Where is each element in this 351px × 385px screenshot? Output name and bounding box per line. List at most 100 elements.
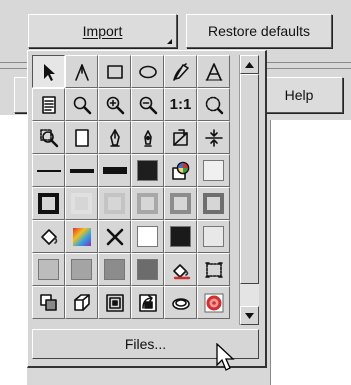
tool-grid: 1:1 — [32, 55, 235, 325]
gray-fill-4-icon — [137, 259, 158, 280]
fill-color-icon — [170, 259, 192, 281]
heavy-line-icon — [137, 160, 158, 181]
tool-cell[interactable] — [98, 286, 131, 319]
red-target-icon — [203, 292, 225, 314]
copy-object-icon — [38, 292, 60, 314]
zoom-out-icon — [137, 94, 159, 116]
tool-cell[interactable] — [164, 253, 197, 286]
tool-cell[interactable] — [65, 88, 98, 121]
tool-cell[interactable] — [32, 88, 65, 121]
white-swatch-icon — [203, 160, 224, 181]
scroll-thumb[interactable] — [240, 74, 259, 284]
extrude-icon — [71, 292, 93, 314]
tool-cell[interactable] — [131, 121, 164, 154]
scroll-down-arrow-icon[interactable] — [240, 306, 259, 325]
medium-line-icon — [69, 168, 94, 173]
gradient-fill-icon — [71, 226, 93, 248]
popup-scrollbar[interactable] — [239, 55, 259, 325]
preview-area — [0, 115, 27, 385]
black-fill-icon — [170, 226, 191, 247]
zoom-all-icon — [203, 94, 225, 116]
scroll-up-arrow-icon[interactable] — [240, 55, 259, 74]
tool-cell[interactable] — [98, 88, 131, 121]
tool-cell[interactable] — [98, 220, 131, 253]
mouse-cursor-icon — [216, 343, 235, 371]
tool-cell[interactable] — [98, 187, 131, 220]
document-icon — [38, 94, 60, 116]
align-center-icon — [203, 127, 225, 149]
outline-black-icon — [38, 193, 59, 214]
tool-cell[interactable] — [98, 121, 131, 154]
tool-cell[interactable] — [98, 253, 131, 286]
gray-fill-3-icon — [104, 259, 125, 280]
tool-cell[interactable] — [32, 220, 65, 253]
envelope-icon — [137, 292, 159, 314]
tool-cell[interactable] — [32, 55, 65, 88]
zoom-in-icon — [104, 94, 126, 116]
outline-dim-icon — [203, 193, 224, 214]
tool-cell[interactable] — [131, 253, 164, 286]
actual-size-icon: 1:1 — [169, 96, 192, 113]
import-button-label: Import — [82, 23, 123, 39]
gray-fill-1-icon — [38, 259, 59, 280]
tool-cell[interactable] — [131, 55, 164, 88]
tool-cell[interactable] — [197, 187, 230, 220]
tool-cell[interactable] — [65, 220, 98, 253]
pointer-tool-icon — [38, 61, 60, 83]
freehand-tool-icon — [170, 61, 192, 83]
ellipse-tool-icon — [137, 61, 159, 83]
tool-cell[interactable] — [164, 187, 197, 220]
tool-cell[interactable] — [197, 253, 230, 286]
tool-cell[interactable] — [197, 121, 230, 154]
transform-icon — [170, 127, 192, 149]
no-fill-icon — [104, 226, 126, 248]
tool-cell[interactable] — [32, 121, 65, 154]
tool-cell[interactable] — [32, 154, 65, 187]
tool-cell[interactable] — [197, 154, 230, 187]
divider-line — [270, 120, 271, 385]
tool-cell[interactable] — [131, 88, 164, 121]
outline-darkgray-icon — [170, 193, 191, 214]
tool-cell[interactable] — [32, 253, 65, 286]
tool-cell[interactable] — [131, 286, 164, 319]
thin-line-icon — [36, 169, 61, 172]
zoom-selected-icon — [38, 127, 60, 149]
tool-cell[interactable] — [65, 286, 98, 319]
tool-cell[interactable] — [164, 121, 197, 154]
pen-tip-icon — [137, 127, 159, 149]
tool-cell[interactable] — [98, 154, 131, 187]
tool-cell[interactable] — [131, 187, 164, 220]
tool-cell[interactable] — [131, 220, 164, 253]
tool-cell[interactable] — [197, 55, 230, 88]
tool-cell[interactable] — [164, 220, 197, 253]
outline-light-icon — [71, 193, 92, 214]
fill-bucket-icon — [38, 226, 60, 248]
tool-cell[interactable] — [197, 286, 230, 319]
tool-cell[interactable] — [131, 154, 164, 187]
tool-cell[interactable] — [65, 121, 98, 154]
tool-cell[interactable] — [164, 286, 197, 319]
tool-cell[interactable] — [164, 55, 197, 88]
tool-cell[interactable] — [164, 154, 197, 187]
help-button[interactable]: Help — [255, 77, 343, 113]
tool-cell[interactable] — [98, 55, 131, 88]
color-palette-icon — [170, 160, 192, 182]
restore-defaults-button[interactable]: Restore defaults — [186, 14, 332, 48]
shape-tool-icon — [71, 61, 93, 83]
tool-cell[interactable] — [65, 253, 98, 286]
contour-icon — [104, 292, 126, 314]
tool-cell[interactable] — [65, 154, 98, 187]
white-fill-icon — [137, 226, 158, 247]
text-tool-icon — [203, 61, 225, 83]
tool-cell[interactable] — [32, 286, 65, 319]
tool-cell[interactable] — [65, 55, 98, 88]
thick-line-icon — [102, 167, 127, 174]
tool-cell[interactable] — [197, 220, 230, 253]
tool-cell[interactable] — [32, 187, 65, 220]
tool-cell[interactable] — [65, 187, 98, 220]
tool-cell[interactable]: 1:1 — [164, 88, 197, 121]
gray-fill-2-icon — [71, 259, 92, 280]
import-button[interactable]: Import — [28, 14, 177, 48]
outline-silver-icon — [104, 193, 125, 214]
tool-cell[interactable] — [197, 88, 230, 121]
